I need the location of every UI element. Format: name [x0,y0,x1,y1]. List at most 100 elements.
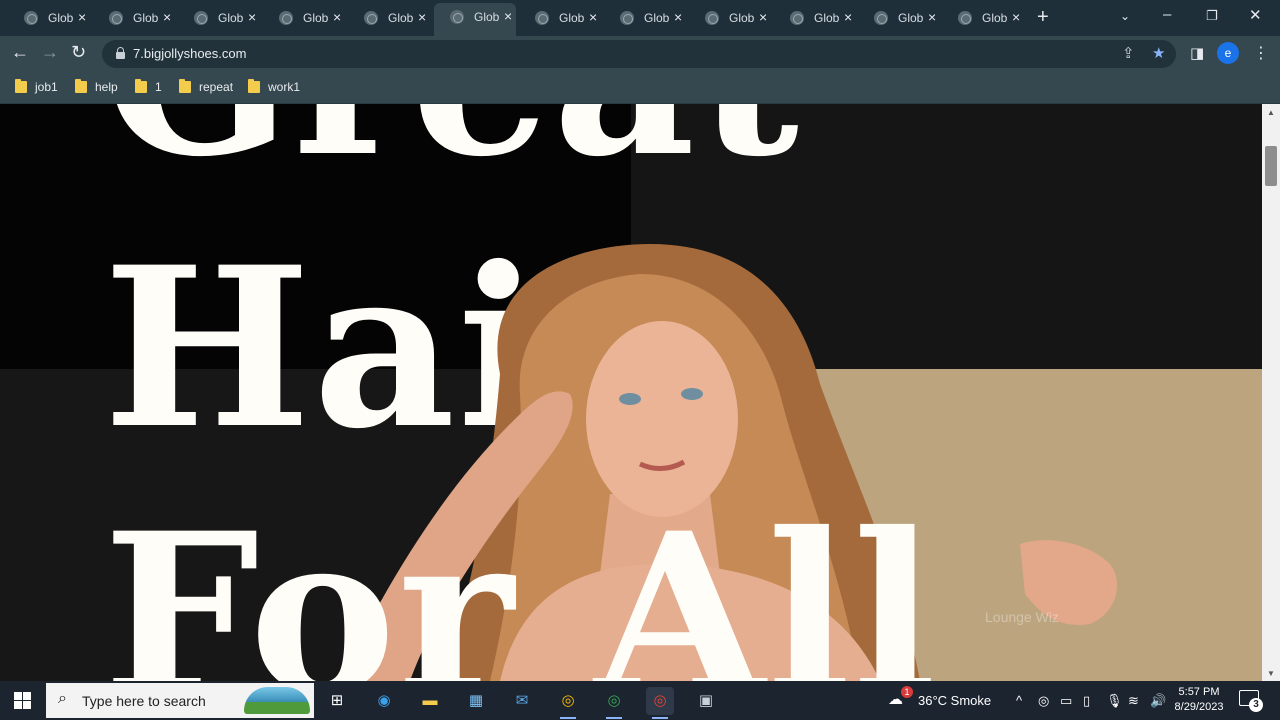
browser-tab-active[interactable]: Glob × [434,3,516,36]
globe-icon [705,11,719,25]
close-tab-icon[interactable]: × [248,9,256,25]
close-tab-icon[interactable]: × [418,9,426,25]
globe-icon [450,10,464,24]
browser-tab[interactable]: Glob × [8,4,90,32]
address-bar[interactable]: 7.bigjollyshoes.com ⇪ ★ [102,40,1176,68]
hero-heading-line-1: Great [103,104,801,186]
restore-button[interactable]: ❐ [1206,8,1218,24]
windows-start-icon[interactable] [14,692,31,709]
globe-icon [874,11,888,25]
close-tab-icon[interactable]: × [504,8,512,24]
globe-icon [24,11,38,25]
browser-tab[interactable]: Glob × [774,4,856,32]
notification-count-badge: 3 [1249,698,1263,712]
chrome-profile-icon[interactable]: ◎ [600,687,628,719]
url-text[interactable]: 7.bigjollyshoes.com [133,46,246,61]
weather-text[interactable]: 36°C Smoke [918,693,991,708]
mail-icon[interactable]: ✉ [508,687,536,715]
microphone-icon[interactable]: 🎙 [1106,693,1123,709]
chrome-icon[interactable]: ◎ [554,687,582,719]
browser-tab[interactable]: Glob × [689,4,771,32]
tab-title: Glob [48,11,74,25]
browser-tab[interactable]: Glob × [263,4,345,32]
close-window-button[interactable]: ✕ [1249,6,1262,24]
globe-icon [109,11,123,25]
scroll-down-arrow-icon[interactable]: ▼ [1267,669,1275,678]
bookmark-label: help [95,80,118,94]
tab-title: Glob [388,11,414,25]
page-scrollbar[interactable]: ▲ ▼ [1262,104,1280,681]
wifi-icon[interactable]: ≋ [1128,693,1139,709]
folder-icon [135,79,147,93]
close-tab-icon[interactable]: × [844,9,852,25]
close-tab-icon[interactable]: × [759,9,767,25]
close-tab-icon[interactable]: × [333,9,341,25]
browser-tab[interactable]: Glob × [519,4,601,32]
reload-button[interactable]: ↻ [71,42,86,63]
close-tab-icon[interactable]: × [1012,9,1020,25]
system-clock[interactable]: 5:57 PM 8/29/2023 [1170,685,1228,715]
scroll-thumb[interactable] [1265,146,1277,186]
recorder-app-icon[interactable]: ▣ [692,687,720,715]
tray-app-icon[interactable]: ◎ [1038,693,1049,709]
share-icon[interactable]: ⇪ [1122,44,1135,62]
bookmark-label: 1 [155,80,162,94]
folder-icon [15,79,27,93]
file-explorer-icon[interactable]: ▬ [416,687,444,715]
globe-icon [535,11,549,25]
bookmark-label: job1 [35,80,58,94]
task-view-icon[interactable]: ⊞ [323,687,351,715]
volume-icon[interactable]: 🔊 [1150,693,1166,709]
folder-icon [75,79,87,93]
browser-tab[interactable]: Glob × [858,4,940,32]
edge-icon[interactable]: ◉ [370,687,398,715]
hero-section: Great Hair For All Lounge Wiz [0,104,1262,681]
windows-taskbar: ⌕ Type here to search ⊞ ◉ ▬ ▦ ✉ ◎ ◎ ◎ ▣ … [0,681,1280,720]
tab-title: Glob [814,11,840,25]
watermark-text: Lounge Wiz [985,609,1059,625]
globe-icon [790,11,804,25]
tray-device-icon[interactable]: ▯ [1083,693,1090,709]
bookmark-label: repeat [199,80,234,94]
browser-tab[interactable]: Glob × [178,4,260,32]
browser-tab[interactable]: Glob × [604,4,686,32]
tab-search-chevron-icon[interactable]: ⌄ [1120,9,1130,23]
new-tab-button[interactable]: + [1037,6,1049,29]
scroll-up-arrow-icon[interactable]: ▲ [1267,108,1275,117]
forward-button[interactable]: → [41,42,59,63]
chrome-active-icon[interactable]: ◎ [646,687,674,719]
taskbar-search-box[interactable]: ⌕ Type here to search [46,683,314,718]
battery-icon[interactable]: ▭ [1060,693,1072,709]
close-tab-icon[interactable]: × [928,9,936,25]
tab-strip: Glob × Glob × Glob × Glob × Glob × Glob … [0,0,1280,36]
side-panel-icon[interactable]: ◨ [1190,44,1204,62]
minimize-button[interactable]: – [1163,6,1171,23]
search-placeholder: Type here to search [82,693,206,709]
browser-tab[interactable]: Glob × [93,4,175,32]
close-tab-icon[interactable]: × [163,9,171,25]
close-tab-icon[interactable]: × [78,9,86,25]
lock-icon[interactable] [116,47,125,59]
globe-icon [279,11,293,25]
tab-title: Glob [303,11,329,25]
browser-tab[interactable]: Glob × [942,4,1024,32]
close-tab-icon[interactable]: × [589,9,597,25]
clock-time: 5:57 PM [1178,686,1220,698]
menu-kebab-icon[interactable]: ⋮ [1253,43,1269,63]
tab-title: Glob [982,11,1008,25]
search-highlight-image [244,687,310,714]
tab-title: Glob [133,11,159,25]
tab-title: Glob [898,11,924,25]
hero-heading-line-3: For All [103,484,939,682]
back-button[interactable]: ← [11,42,29,63]
browser-tab[interactable]: Glob × [348,4,430,32]
tab-title: Glob [559,11,585,25]
bookmarks-bar: job1 help 1 repeat work1 [0,72,1280,104]
weather-alert-badge: 1 [901,686,913,698]
bookmark-star-icon[interactable]: ★ [1152,44,1165,62]
microsoft-store-icon[interactable]: ▦ [462,687,490,715]
profile-avatar[interactable]: e [1217,42,1239,64]
browser-toolbar: ← → ↻ 7.bigjollyshoes.com ⇪ ★ ◨ e ⋮ [0,36,1280,72]
tray-expand-icon[interactable]: ^ [1016,693,1022,708]
close-tab-icon[interactable]: × [674,9,682,25]
